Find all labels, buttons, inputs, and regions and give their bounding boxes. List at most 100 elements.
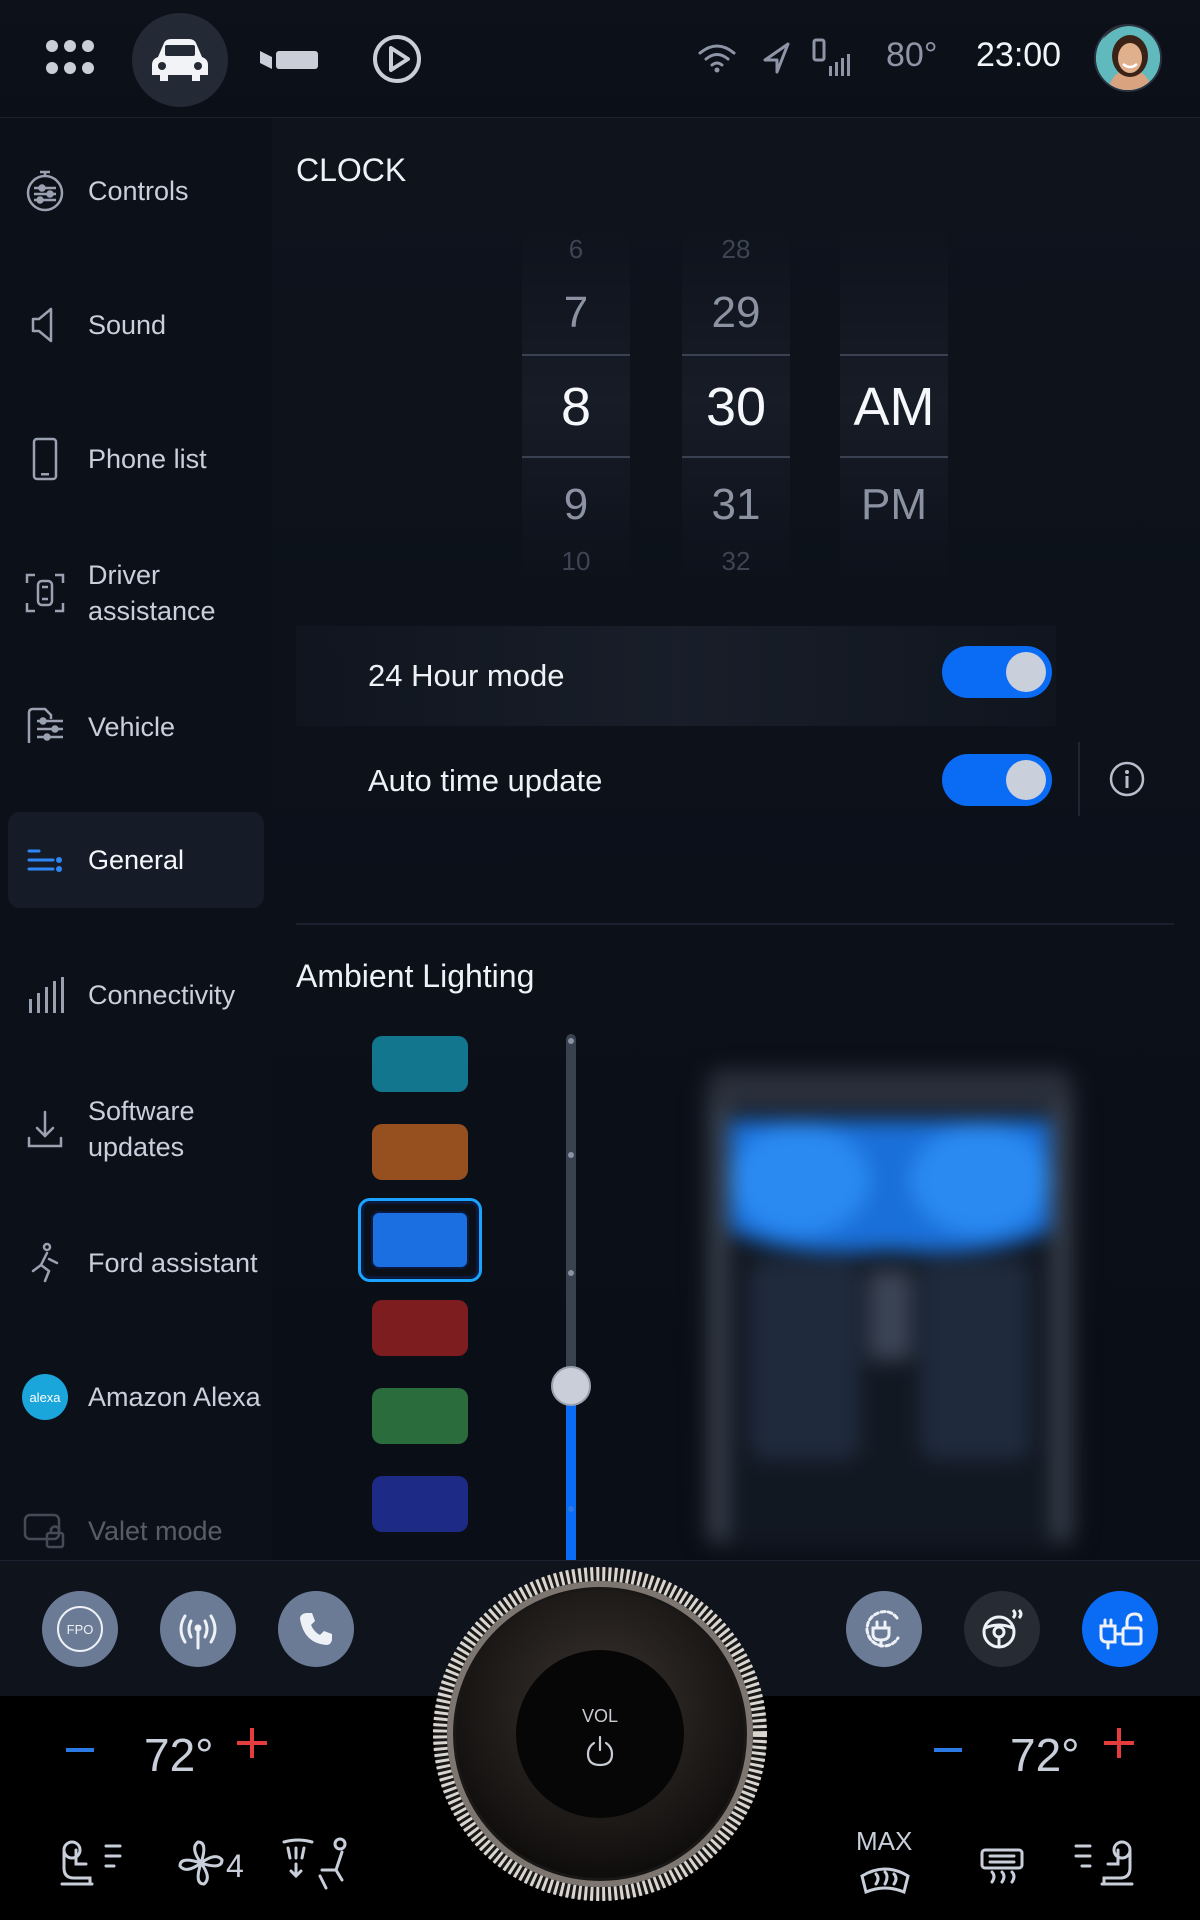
hour-mode-label: 24 Hour mode [368,658,565,693]
phone-button[interactable] [278,1591,354,1667]
row-divider [1078,742,1080,816]
ampm-option: PM [861,480,927,529]
slider-tick [568,1152,574,1158]
max-defrost-label: MAX [856,1826,913,1856]
hour-mode-toggle[interactable] [942,646,1052,698]
sidebar-item-amazon-alexa[interactable]: alexa Amazon Alexa [8,1366,264,1428]
slider-tick [568,1038,574,1044]
plug-icon [865,1610,900,1648]
left-temp-increase[interactable] [237,1728,267,1758]
seat-recline-icon[interactable] [258,40,322,80]
power-icon [584,1734,616,1768]
left-temp-decrease[interactable] [66,1748,94,1752]
alexa-icon: alexa [18,1370,72,1424]
apps-grid-icon[interactable] [44,36,96,80]
avatar[interactable] [1094,24,1162,92]
heated-seat-driver-icon[interactable] [56,1838,126,1888]
right-temp-decrease[interactable] [934,1748,962,1752]
sidebar-item-general[interactable]: General [8,812,264,908]
slider-tick [568,1270,574,1276]
picker-divider [522,354,630,356]
sidebar-item-phone-list[interactable]: Phone list [8,428,264,490]
navigation-arrow-icon [758,40,794,76]
sidebar-item-controls[interactable]: Controls [8,160,264,222]
play-circle-icon[interactable] [370,32,424,86]
controls-icon [18,164,72,218]
sidebar-item-sound[interactable]: Sound [8,294,264,356]
brightness-slider-handle[interactable] [551,1366,591,1406]
ambient-color-swatch[interactable] [372,1388,468,1444]
picker-divider [522,456,630,458]
air-distribution-icon[interactable] [280,1836,356,1892]
ambient-color-swatch[interactable] [358,1198,482,1282]
picker-divider [840,354,948,356]
sidebar-item-label: Driver assistance [88,560,216,626]
rear-defrost-icon[interactable] [978,1846,1026,1886]
fpo-button[interactable]: FPO [42,1591,118,1667]
clock-section-title: CLOCK [296,152,407,188]
ambient-color-swatch[interactable] [372,1124,468,1180]
volume-label: VOL [581,1706,619,1726]
brightness-slider-fill [566,1386,576,1560]
fpo-icon: FPO [57,1606,103,1652]
info-icon[interactable] [1108,760,1146,798]
slider-tick [568,1506,574,1512]
heated-wheel-button[interactable] [964,1591,1040,1667]
left-temperature: 72° [144,1729,214,1781]
auto-time-toggle[interactable] [942,754,1052,806]
hour-selected: 8 [560,377,592,437]
hour-picker[interactable]: 6 7 8 9 10 [522,230,630,580]
hour-option: 9 [563,480,589,529]
vehicle-settings-icon [18,700,72,754]
fan-icon[interactable] [176,1838,226,1888]
ampm-picker[interactable]: AM PM [840,230,948,580]
sidebar-item-vehicle[interactable]: Vehicle [8,696,264,758]
max-defrost-icon[interactable] [858,1858,912,1898]
sidebar-item-label: Controls [88,176,189,206]
heated-steering-icon [982,1608,1023,1649]
phone-icon [18,432,72,486]
picker-divider [682,354,790,356]
minute-option: 32 [721,546,751,576]
minute-picker[interactable]: 28 29 30 31 32 [682,230,790,580]
ambient-color-swatch[interactable] [372,1036,468,1092]
minute-selected: 30 [705,377,767,437]
sidebar-item-label: Vehicle [88,712,176,742]
right-temperature: 72° [1010,1729,1080,1781]
general-list-icon [18,833,72,887]
charge-button[interactable] [846,1591,922,1667]
sidebar-item-label: Valet mode [88,1516,223,1546]
outside-temperature: 80° [886,36,938,74]
sidebar-item-ford-assistant[interactable]: Ford assistant [8,1232,264,1294]
sidebar-item-label: Sound [88,310,167,340]
auto-time-label: Auto time update [368,763,603,798]
toggle-knob [1006,760,1046,800]
sidebar-item-label: Connectivity [88,980,236,1010]
heated-seat-passenger-icon[interactable] [1072,1838,1142,1888]
power-outlet-button[interactable] [1082,1591,1158,1667]
sidebar-item-valet-mode[interactable]: Valet mode [8,1500,264,1562]
sidebar-item-label: General [88,845,185,875]
antenna-icon [179,1614,217,1650]
sidebar-item-label: Ford assistant [88,1248,258,1278]
sidebar-item-label: Phone list [88,444,207,474]
phone-handset-icon [300,1613,332,1645]
car-tab-button[interactable] [132,13,228,107]
ambient-color-swatch[interactable] [372,1476,468,1532]
sidebar-item-software-updates[interactable]: Software updates [8,1092,264,1166]
sidebar-item-connectivity[interactable]: Connectivity [8,964,264,1026]
radio-button[interactable] [160,1591,236,1667]
ambient-lighting-title: Ambient Lighting [296,958,535,994]
pro-power-icon [1099,1612,1143,1650]
valet-lock-icon [18,1504,72,1558]
signal-bars-icon [18,968,72,1022]
sidebar-item-label: Software updates [88,1096,195,1162]
sidebar-item-label: Amazon Alexa [88,1382,261,1412]
speaker-icon [18,298,72,352]
sidebar-item-driver-assistance[interactable]: Driver assistance [8,556,264,630]
hour-option: 10 [561,546,591,576]
driver-assist-icon [18,566,72,620]
picker-divider [682,456,790,458]
ambient-color-swatch[interactable] [372,1300,468,1356]
right-temp-increase[interactable] [1104,1728,1134,1758]
